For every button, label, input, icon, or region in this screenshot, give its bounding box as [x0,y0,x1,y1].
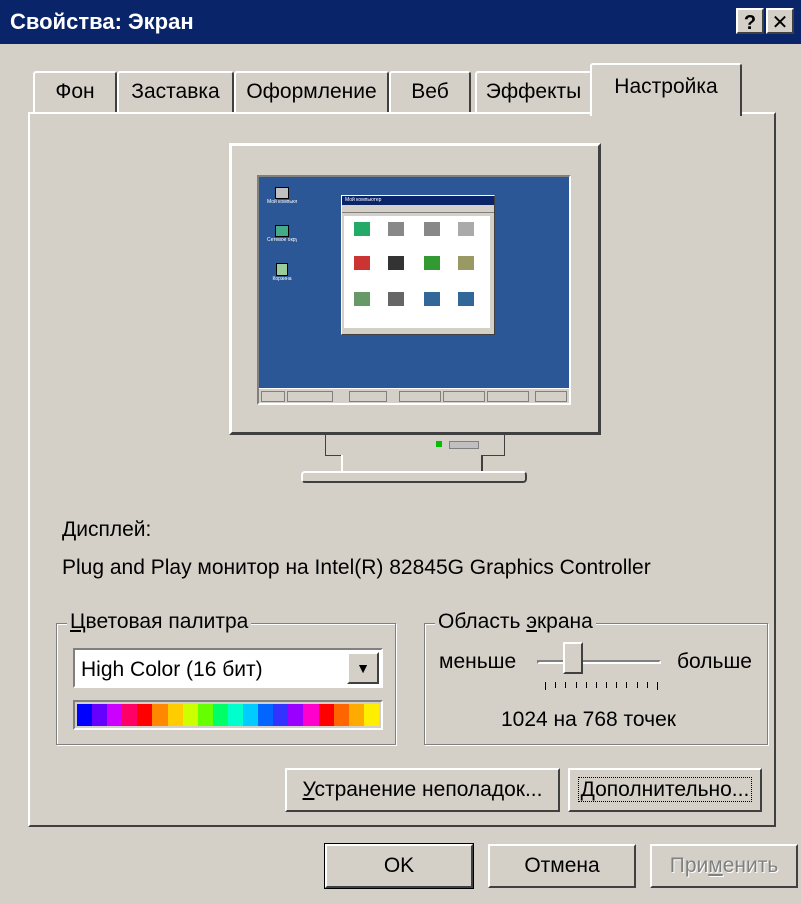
slider-tick [555,682,557,688]
ok-button[interactable]: OK [324,843,474,889]
desktop-icon-recycle: Корзина [267,263,297,282]
spectrum-swatch [77,704,93,726]
close-button[interactable]: ✕ [766,8,794,34]
color-palette-select[interactable]: High Color (16 бит) ▼ [73,648,383,688]
screen-area-less-label: меньше [439,650,517,673]
screen-area-legend: Область экрана [435,610,596,634]
power-switch [449,441,479,449]
spectrum-swatch [303,704,319,726]
desktop-icon-network: Сетевое окружение [267,225,297,243]
apply-button[interactable]: Применить [650,844,798,888]
troubleshoot-button[interactable]: Устранение неполадок... [285,768,560,812]
tab-screensaver[interactable]: Заставка [117,71,234,113]
spectrum-swatch [258,704,274,726]
slider-tick [565,682,567,688]
display-device: Plug and Play монитор на Intel(R) 82845G… [62,556,651,579]
resolution-value: 1024 на 768 точек [501,708,676,731]
preview-window: Мой компьютер [341,195,495,335]
spectrum-swatch [243,704,259,726]
resolution-slider-thumb[interactable] [563,642,583,674]
slider-tick [595,682,597,688]
slider-tick [626,682,628,688]
color-spectrum-bar [73,700,383,730]
spectrum-swatch [363,704,379,726]
screen-area-group: Область экрана меньше больше 1024 на 768… [424,610,768,745]
preview-window-content [344,216,490,328]
window-title: Свойства: Экран [10,9,194,34]
slider-tick [616,682,618,688]
resolution-slider-ticks [545,682,658,692]
spectrum-swatch [318,704,334,726]
spectrum-swatch [92,704,108,726]
spectrum-swatch [152,704,168,726]
slider-tick [646,682,648,688]
spectrum-swatch [212,704,228,726]
preview-window-title: Мой компьютер [342,196,494,205]
slider-tick [636,682,638,688]
spectrum-swatch [288,704,304,726]
slider-tick [606,682,608,688]
color-palette-legend: Цветовая палитра [67,610,252,634]
spectrum-swatch [167,704,183,726]
spectrum-swatch [137,704,153,726]
resolution-slider-track [537,660,661,664]
spectrum-swatch [273,704,289,726]
spectrum-swatch [227,704,244,726]
spectrum-swatch [197,704,213,726]
window-titlebar: Свойства: Экран ? ✕ [0,0,801,44]
screen-area-more-label: больше [677,650,752,673]
desktop-icon-computer: Мой компьютер [267,187,297,205]
spectrum-swatch [348,704,364,726]
spectrum-swatch [107,704,123,726]
monitor-preview: Мой компьютер Сетевое окружение Корзина … [229,143,601,485]
monitor-base [301,471,527,483]
slider-tick [657,682,658,690]
monitor-screen: Мой компьютер Сетевое окружение Корзина … [257,175,571,405]
slider-tick [575,682,577,688]
help-button[interactable]: ? [736,8,764,34]
spectrum-swatch [122,704,138,726]
tab-effects[interactable]: Эффекты [475,71,592,113]
power-led [436,441,442,447]
tab-appearance[interactable]: Оформление [234,71,389,113]
tab-background[interactable]: Фон [33,71,117,113]
color-palette-value: High Color (16 бит) [81,658,263,681]
tab-web[interactable]: Веб [389,71,471,113]
spectrum-swatch [182,704,198,726]
advanced-button[interactable]: Дополнительно... [568,768,762,812]
cancel-button[interactable]: Отмена [488,844,636,888]
spectrum-swatch [333,704,349,726]
preview-taskbar [259,388,569,403]
monitor-stand [341,455,483,471]
display-label: Дисплей: [62,518,152,541]
slider-tick [585,682,587,688]
chevron-down-icon[interactable]: ▼ [347,652,379,684]
color-palette-group: Цветовая палитра High Color (16 бит) ▼ [56,610,396,745]
slider-tick [545,682,546,690]
tab-settings[interactable]: Настройка [590,63,742,116]
